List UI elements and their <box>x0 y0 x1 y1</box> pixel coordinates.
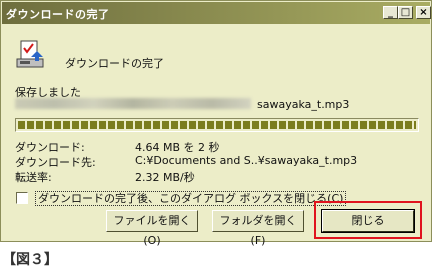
close-on-complete-label[interactable]: ダウンロードの完了後、このダイアログ ボックスを閉じる(C) <box>35 190 347 206</box>
close-window-button[interactable]: × <box>416 6 431 19</box>
detail-value: C:¥Documents and S..¥sawayaka_t.mp3 <box>135 154 358 167</box>
detail-key: 転送率: <box>15 171 52 184</box>
detail-value: 4.64 MB を 2 秒 <box>135 141 220 154</box>
open-file-button[interactable]: ファイルを開く(O) <box>106 210 198 247</box>
detail-key: ダウンロード: <box>15 141 85 154</box>
detail-value: 2.32 MB/秒 <box>135 171 195 184</box>
detail-key: ダウンロード先: <box>15 156 96 169</box>
figure-caption: 【図３】 <box>2 252 58 268</box>
download-progress-bar <box>15 118 419 132</box>
close-button-highlight <box>314 201 422 239</box>
close-on-complete-text: ダウンロードの完了後、このダイアログ ボックスを閉じる(C) <box>35 191 347 206</box>
saved-filename: sawayaka_t.mp3 <box>257 98 350 111</box>
open-folder-button[interactable]: フォルダを開く(F) <box>212 210 304 247</box>
progress-fill <box>18 121 416 129</box>
close-on-complete-checkbox[interactable] <box>16 192 28 204</box>
dialog-heading: ダウンロードの完了 <box>65 57 164 70</box>
download-complete-icon <box>16 40 44 68</box>
maximize-button[interactable]: □ <box>398 6 413 19</box>
title-bar[interactable]: ダウンロードの完了 _ □ × <box>2 2 431 24</box>
blurred-source-url <box>15 98 251 109</box>
window-title: ダウンロードの完了 <box>6 8 110 21</box>
minimize-button[interactable]: _ <box>383 6 398 19</box>
